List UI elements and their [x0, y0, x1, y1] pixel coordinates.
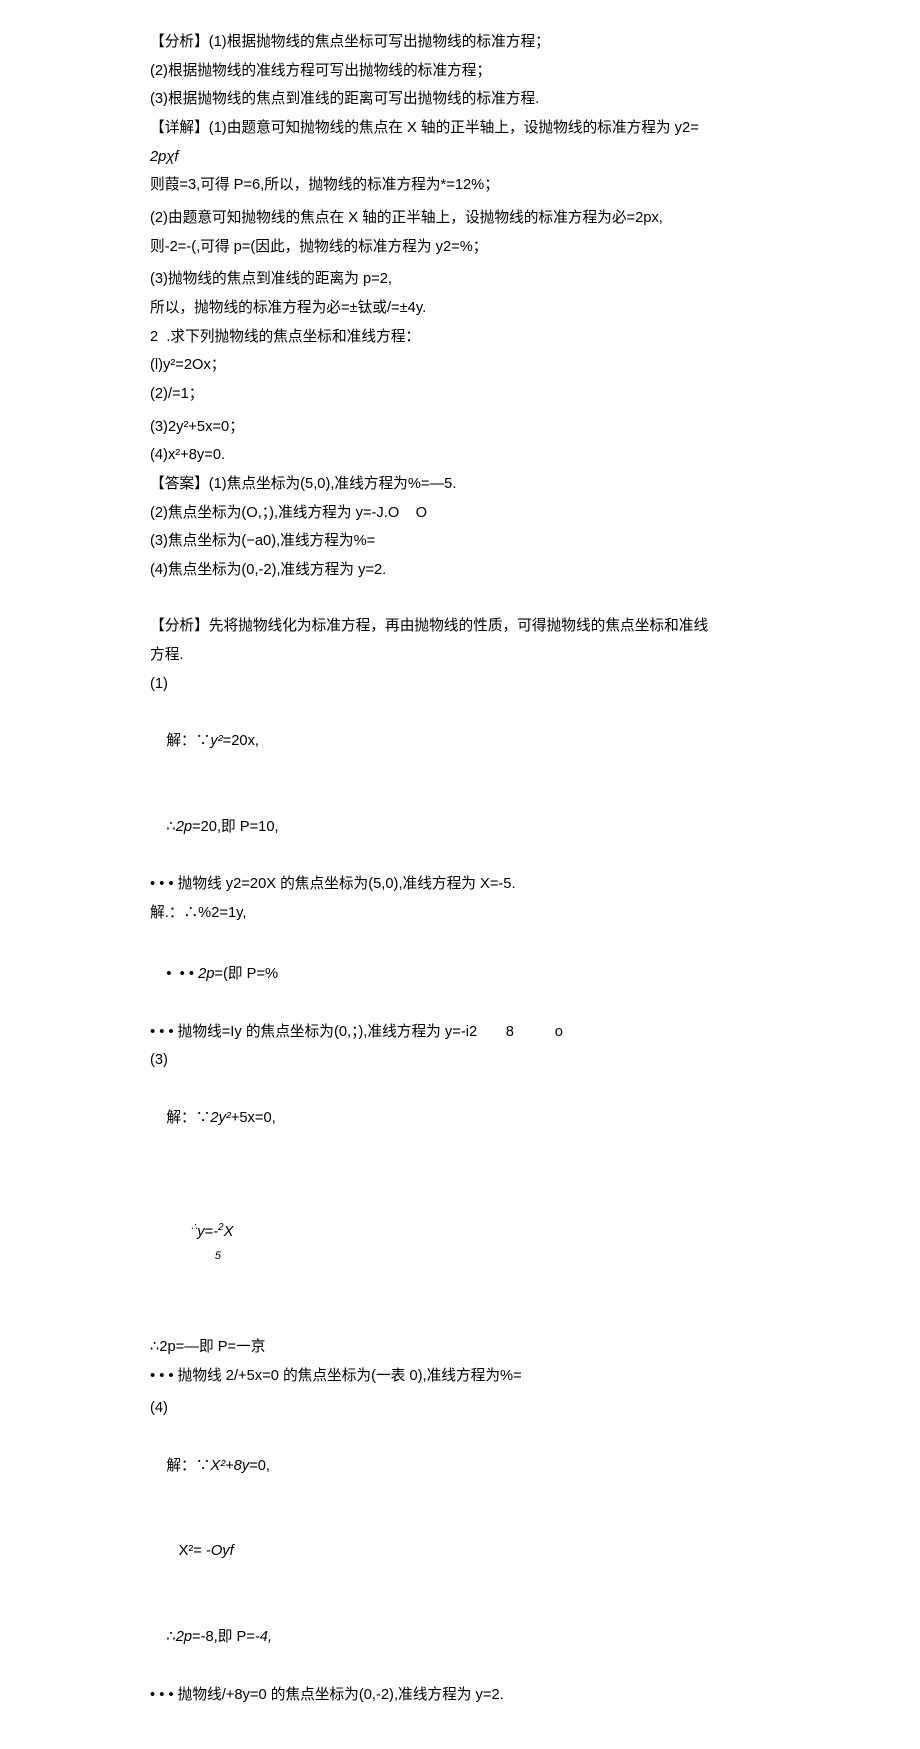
- text: ∴: [166, 819, 175, 835]
- detail-3b: 所以，抛物线的标准方程为必=±钛或/=±4y.: [150, 294, 770, 323]
- text: X: [224, 1224, 234, 1240]
- sol-3d: • • • 抛物线 2/+5x=0 的焦点坐标为(一表 0),准线方程为%=: [150, 1362, 770, 1395]
- sol-2a: 解.：∴%2=1y,: [150, 899, 770, 932]
- text: =-8,即 P=: [192, 1629, 255, 1645]
- text: ∴: [166, 1629, 175, 1645]
- sol-2b: • • • 2p=(即 P=%: [150, 932, 770, 1018]
- detail-1a: 【详解】(1)由题意可知抛物线的焦点在 X 轴的正半轴上，设抛物线的标准方程为 …: [150, 114, 770, 143]
- sol-1c: • • • 抛物线 y2=20X 的焦点坐标为(5,0),准线方程为 X=-5.: [150, 870, 770, 899]
- detail-2a: (2)由题意可知抛物线的焦点在 X 轴的正半轴上，设抛物线的标准方程为必=2px…: [150, 204, 770, 233]
- analysis-1: 【分析】(1)根据抛物线的焦点坐标可写出抛物线的标准方程；: [150, 28, 770, 57]
- sol-4d: • • • 抛物线/+8y=0 的焦点坐标为(0,-2),准线方程为 y=2.: [150, 1681, 770, 1710]
- text-italic: y²: [210, 733, 222, 749]
- sol-3c: ∴2p=—即 P=一京: [150, 1333, 770, 1362]
- sol-3a: 解：∵2y²+5x=0,: [150, 1075, 770, 1161]
- text: =0,: [249, 1458, 270, 1474]
- spacer: [150, 584, 770, 612]
- sol-4a: 解：∵X²+8y=0,: [150, 1423, 770, 1509]
- text: 解：∵: [166, 1110, 210, 1126]
- text: X²=: [166, 1543, 202, 1559]
- answer-1: 【答案】(1)焦点坐标为(5,0),准线方程为%=—5.: [150, 470, 770, 499]
- text: =20,即 P=10,: [192, 819, 279, 835]
- analysis-b1: 【分析】先将抛物线化为标准方程，再由抛物线的性质，可得抛物线的焦点坐标和准线: [150, 612, 770, 641]
- text-italic: -Oyf: [202, 1543, 234, 1559]
- detail-2b: 则-2=-(,可得 p=(因此，抛物线的标准方程为 y2=%；: [150, 233, 770, 266]
- analysis-3: (3)根据抛物线的焦点到准线的距离可写出抛物线的标准方程.: [150, 85, 770, 114]
- analysis-2: (2)根据抛物线的准线方程可写出抛物线的标准方程；: [150, 57, 770, 86]
- part-1-label: (1): [150, 670, 770, 699]
- text: +5x=0,: [231, 1110, 276, 1126]
- text: 2: [218, 1222, 224, 1233]
- document-page: 【分析】(1)根据抛物线的焦点坐标可写出抛物线的标准方程； (2)根据抛物线的准…: [0, 0, 920, 1749]
- text-italic: X²+8y: [210, 1458, 249, 1474]
- sol-4b: X²= -Oyf: [150, 1509, 770, 1595]
- sol-4c: ∴2p=-8,即 P=-4,: [150, 1595, 770, 1681]
- detail-1b: 2pχf: [150, 143, 770, 172]
- text: =(即 P=%: [214, 966, 278, 982]
- sub-2: (2)/=1；: [150, 380, 770, 413]
- analysis-b2: 方程.: [150, 641, 770, 670]
- text: ∴: [191, 1222, 197, 1233]
- text: • • •: [166, 966, 198, 982]
- answer-4: (4)焦点坐标为(0,-2),准线方程为 y=2.: [150, 556, 770, 585]
- part-3-label: (3): [150, 1046, 770, 1075]
- detail-1c: 则葭=3,可得 P=6,所以，抛物线的标准方程为*=12%；: [150, 171, 770, 204]
- sol-2c: • • • 抛物线=Iy 的焦点坐标为(0,；),准线方程为 y=-i2 8 o: [150, 1018, 770, 1047]
- text: 5: [215, 1250, 221, 1262]
- sol-1a: 解：∵y²=20x,: [150, 698, 770, 784]
- problem-2-stem: 2 .求下列抛物线的焦点坐标和准线方程：: [150, 323, 770, 352]
- sub-3: (3)2y²+5x=0；: [150, 413, 770, 442]
- text: =20x,: [223, 733, 259, 749]
- answer-2: (2)焦点坐标为(O,；),准线方程为 y=-J.O O: [150, 499, 770, 528]
- text: y=-: [197, 1224, 218, 1240]
- text-italic: -4,: [255, 1629, 272, 1645]
- text-italic: 2p: [198, 966, 214, 982]
- text: 解：∵: [166, 1458, 210, 1474]
- part-4-label: (4): [150, 1394, 770, 1423]
- text-italic: 2y²: [210, 1110, 230, 1126]
- sub-4: (4)x²+8y=0.: [150, 441, 770, 470]
- sol-3b: ∴y=-2X 5: [150, 1161, 770, 1333]
- text-italic: 2p: [176, 1629, 192, 1645]
- sol-1b: ∴2p=20,即 P=10,: [150, 784, 770, 870]
- detail-3a: (3)抛物线的焦点到准线的距离为 p=2,: [150, 265, 770, 294]
- sub-1: (l)y²=2Ox；: [150, 351, 770, 380]
- text-italic: 2p: [176, 819, 192, 835]
- answer-3: (3)焦点坐标为(−a0),准线方程为%=: [150, 527, 770, 556]
- text: 解：∵: [166, 733, 210, 749]
